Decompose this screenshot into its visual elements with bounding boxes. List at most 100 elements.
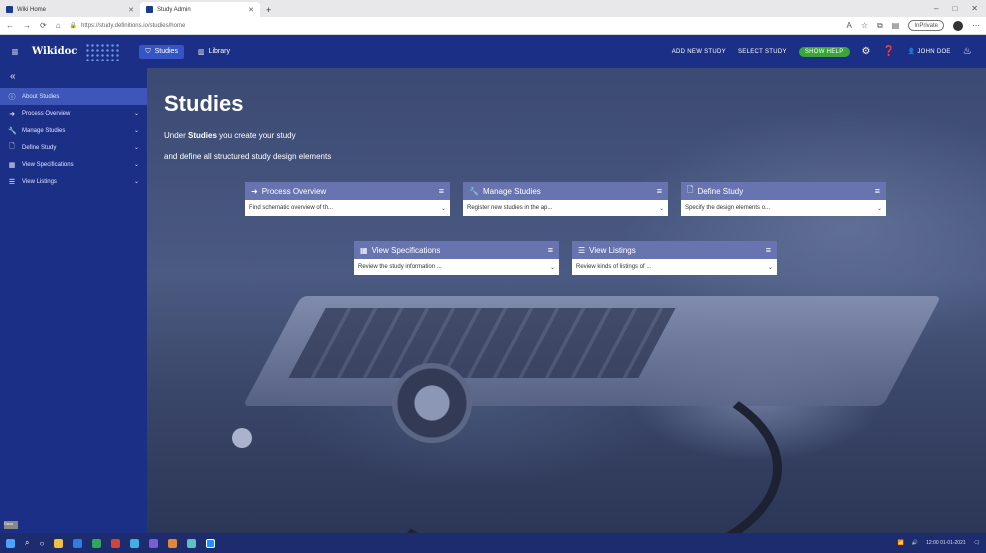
grid-icon: ▦ xyxy=(8,161,16,169)
card-select[interactable]: Specify the design elements o... ⌄ xyxy=(681,200,886,216)
card-header[interactable]: ▦ View Specifications ≡ xyxy=(354,241,559,259)
browser-tab-active[interactable]: Study Admin ✕ xyxy=(140,2,260,17)
card-menu-icon[interactable]: ≡ xyxy=(766,245,771,255)
app-icon[interactable] xyxy=(168,538,178,548)
network-icon[interactable]: 📶 xyxy=(898,540,904,546)
card-title: View Specifications xyxy=(371,245,441,255)
url-text: https://study.definitions.io/studies/hom… xyxy=(81,22,186,29)
system-tray: 📶 🔊 12:00 01-01-2021 🗨 xyxy=(898,540,980,546)
brand-mark-icon: ♨ xyxy=(962,46,972,57)
clock[interactable]: 12:00 01-01-2021 xyxy=(926,540,965,546)
status-pill[interactable]: SHOW HELP xyxy=(798,46,850,57)
url-input[interactable]: 🔒 https://study.definitions.io/studies/h… xyxy=(70,20,838,32)
card-select[interactable]: Review the study information ... ⌄ xyxy=(354,259,559,275)
collapse-sidebar-icon[interactable]: « xyxy=(0,68,147,88)
card-view-specifications[interactable]: ▦ View Specifications ≡ Review the study… xyxy=(354,241,559,275)
minimize-icon[interactable]: – xyxy=(934,4,938,13)
sidebar-item-view-specifications[interactable]: ▦ View Specifications ⌄ xyxy=(0,156,147,173)
volume-icon[interactable]: 🔊 xyxy=(912,540,918,546)
excel-icon[interactable] xyxy=(92,538,102,548)
card-view-listings[interactable]: ☰ View Listings ≡ Review kinds of listin… xyxy=(572,241,777,275)
card-header[interactable]: ☰ View Listings ≡ xyxy=(572,241,777,259)
back-icon[interactable]: ← xyxy=(6,21,14,30)
app-logo[interactable]: Wikidoc xyxy=(32,46,77,57)
tab-label: Study Admin xyxy=(157,6,191,13)
profile-button[interactable]: InPrivate xyxy=(908,20,944,31)
card-menu-icon[interactable]: ≡ xyxy=(875,186,880,196)
read-aloud-icon[interactable]: A xyxy=(847,21,852,30)
collections-icon[interactable]: ▤ xyxy=(892,21,900,30)
card-menu-icon[interactable]: ≡ xyxy=(657,186,662,196)
card-manage-studies[interactable]: 🔧 Manage Studies ≡ Register new studies … xyxy=(463,182,668,216)
app-icon[interactable] xyxy=(187,538,197,548)
extensions-icon[interactable]: ⧉ xyxy=(877,21,883,31)
background-stethoscope-earpiece xyxy=(232,428,252,448)
tab-favicon-icon xyxy=(146,6,153,13)
card-process-overview[interactable]: ➜ Process Overview ≡ Find schematic over… xyxy=(245,182,450,216)
avatar[interactable] xyxy=(953,20,963,31)
add-new-study-link[interactable]: ADD NEW STUDY xyxy=(672,49,726,55)
user-menu[interactable]: 👤 JOHN DOE xyxy=(908,48,951,55)
document-icon: 🗋 xyxy=(9,143,15,150)
card-header[interactable]: ➜ Process Overview ≡ xyxy=(245,182,450,200)
search-icon[interactable]: ⌕ xyxy=(25,538,29,548)
powerpoint-icon[interactable] xyxy=(111,538,121,548)
browser-tab[interactable]: Wiki Home ✕ xyxy=(0,2,140,17)
chevron-down-icon: ⌄ xyxy=(133,179,139,185)
notifications-icon[interactable]: 🗨 xyxy=(974,540,980,546)
close-tab-icon[interactable]: ✕ xyxy=(118,6,134,14)
card-select[interactable]: Find schematic overview of th... ⌄ xyxy=(245,200,450,216)
sidebar-item-manage-studies[interactable]: 🔧 Manage Studies ⌄ xyxy=(0,122,147,139)
help-icon[interactable]: ❓ xyxy=(883,46,896,57)
header-nav: ⛉ Studies ▥ Library xyxy=(139,44,236,59)
browser-tab-bar: Wiki Home ✕ Study Admin ✕ + – □ ✕ xyxy=(0,0,986,17)
select-study-link[interactable]: SELECT STUDY xyxy=(738,49,787,55)
clock-date: 01-01-2021 xyxy=(940,540,966,546)
wrench-icon: 🔧 xyxy=(469,186,479,196)
file-explorer-icon[interactable] xyxy=(54,538,64,548)
teams-icon[interactable] xyxy=(149,538,159,548)
card-header[interactable]: 🔧 Manage Studies ≡ xyxy=(463,182,668,200)
cortana-icon[interactable]: ○ xyxy=(39,539,44,548)
new-tab-button[interactable]: + xyxy=(260,2,277,17)
card-select[interactable]: Review kinds of listings of ... ⌄ xyxy=(572,259,777,275)
maximize-icon[interactable]: □ xyxy=(952,4,957,13)
tab-favicon-icon xyxy=(6,6,13,13)
chevron-down-icon[interactable]: ⌄ xyxy=(768,264,773,271)
chevron-down-icon[interactable]: ⌄ xyxy=(441,205,446,212)
refresh-icon[interactable]: ⟳ xyxy=(40,21,47,30)
card-menu-icon[interactable]: ≡ xyxy=(548,245,553,255)
clock-time: 12:00 xyxy=(926,540,939,546)
chevron-down-icon[interactable]: ⌄ xyxy=(877,205,882,212)
windows-start-icon[interactable] xyxy=(6,538,15,548)
nav-label: Studies xyxy=(154,48,178,55)
nav-studies[interactable]: ⛉ Studies xyxy=(139,44,184,59)
card-select[interactable]: Register new studies in the ap... ⌄ xyxy=(463,200,668,216)
lock-icon: 🔒 xyxy=(69,23,78,29)
sidebar-item-process-overview[interactable]: ➜ Process Overview ⌄ xyxy=(0,105,147,122)
more-icon[interactable]: ⋯ xyxy=(972,21,980,30)
sidebar-item-view-listings[interactable]: ☰ View Listings ⌄ xyxy=(0,173,147,190)
profile-label: InPrivate xyxy=(914,22,938,29)
sidebar-item-about-studies[interactable]: ⓘ About Studies xyxy=(0,88,147,105)
hamburger-menu-icon[interactable]: ≡ xyxy=(0,45,30,59)
sidebar-bottom-tag[interactable]: Docs xyxy=(4,521,18,529)
home-icon[interactable]: ⌂ xyxy=(56,21,61,30)
active-app-icon[interactable] xyxy=(206,538,216,548)
card-header[interactable]: 🗋 Define Study ≡ xyxy=(681,182,886,200)
close-window-icon[interactable]: ✕ xyxy=(971,4,978,13)
card-title: Define Study xyxy=(697,186,744,196)
logo-network-icon xyxy=(85,42,120,61)
outlook-icon[interactable] xyxy=(73,538,83,548)
close-tab-icon[interactable]: ✕ xyxy=(238,6,254,14)
sidebar-item-define-study[interactable]: 🗋 Define Study ⌄ xyxy=(0,139,147,156)
nav-library[interactable]: ▥ Library xyxy=(192,45,236,59)
favorite-icon[interactable]: ☆ xyxy=(861,21,868,30)
chevron-down-icon[interactable]: ⌄ xyxy=(550,264,555,271)
edge-icon[interactable] xyxy=(130,538,140,548)
forward-icon[interactable]: → xyxy=(23,21,31,30)
settings-gear-icon[interactable]: ⚙ xyxy=(862,46,871,57)
chevron-down-icon[interactable]: ⌄ xyxy=(659,205,664,212)
card-menu-icon[interactable]: ≡ xyxy=(439,186,444,196)
card-define-study[interactable]: 🗋 Define Study ≡ Specify the design elem… xyxy=(681,182,886,216)
